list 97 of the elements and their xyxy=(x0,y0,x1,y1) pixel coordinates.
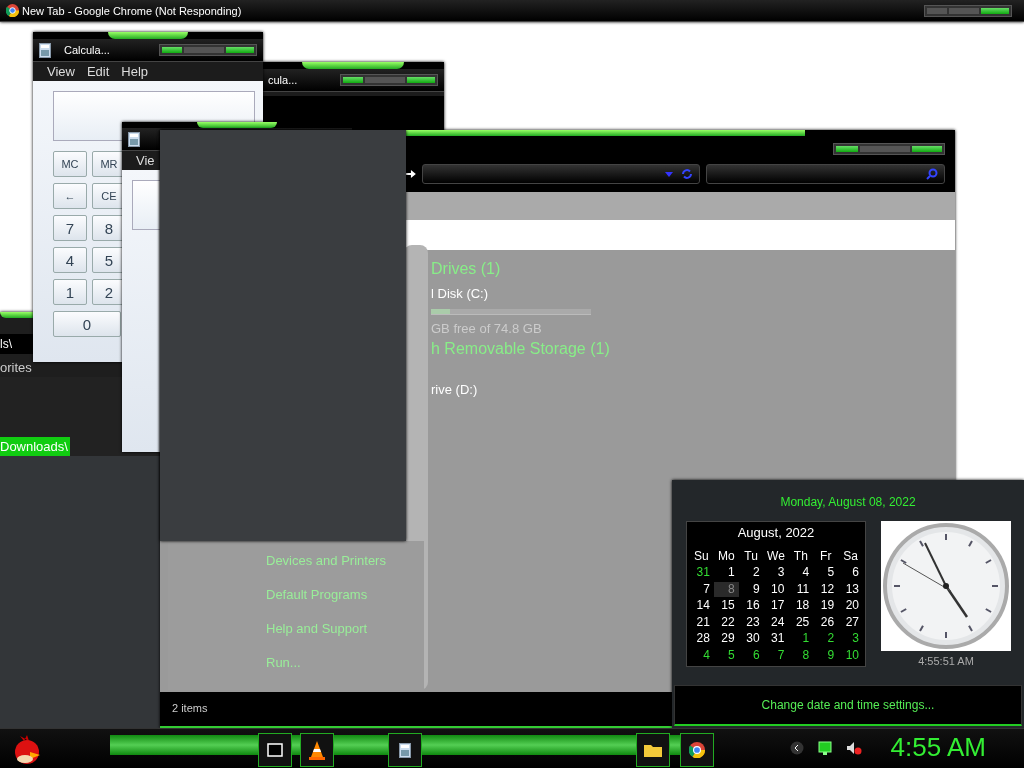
calculator-key[interactable]: ← xyxy=(53,183,87,209)
calendar-day[interactable]: 21 xyxy=(689,614,714,630)
calendar-day[interactable]: 10 xyxy=(838,647,863,663)
taskbar-button[interactable] xyxy=(300,733,334,767)
calendar-day[interactable]: 7 xyxy=(763,647,789,663)
calendar-day[interactable]: 17 xyxy=(763,598,789,614)
calendar-day[interactable]: 27 xyxy=(838,614,863,630)
calendar-day[interactable]: 24 xyxy=(763,614,789,630)
weekday-label: Fr xyxy=(819,548,833,564)
menu-item[interactable]: Vie xyxy=(136,153,155,168)
traffic-cone-icon xyxy=(308,740,326,760)
calendar-day[interactable]: 8 xyxy=(713,581,739,597)
browser-icon xyxy=(6,4,19,17)
taskbar-button[interactable] xyxy=(680,733,714,767)
calendar-day[interactable]: 13 xyxy=(838,581,863,597)
taskbar-button[interactable] xyxy=(388,733,422,767)
calendar-day[interactable]: 6 xyxy=(838,565,863,581)
calculator-icon xyxy=(128,131,140,147)
analog-clock-icon xyxy=(881,521,1011,651)
calendar-day[interactable]: 1 xyxy=(713,565,739,581)
dropdown-caret-icon[interactable] xyxy=(665,171,674,177)
chevron-icon[interactable] xyxy=(790,741,804,755)
window-title: Calcula... xyxy=(64,44,110,56)
weekday-label: We xyxy=(766,548,786,564)
weekday-label: Tu xyxy=(743,548,759,564)
calculator-icon xyxy=(39,42,51,58)
folder-icon xyxy=(644,743,662,757)
calendar-day[interactable]: 4 xyxy=(689,647,714,663)
calendar-day[interactable]: 31 xyxy=(763,631,789,647)
weekday-label: Su xyxy=(693,548,710,564)
weekday-label: Th xyxy=(792,548,809,564)
calendar-day[interactable]: 15 xyxy=(713,598,739,614)
menu-item[interactable]: Help xyxy=(121,64,149,79)
forward-arrow-icon[interactable] xyxy=(406,170,416,178)
address-field[interactable] xyxy=(421,164,701,184)
calendar-day[interactable]: 5 xyxy=(713,647,739,663)
calculator-icon xyxy=(399,742,411,758)
calendar-day[interactable]: 10 xyxy=(763,581,789,597)
date-heading: Monday, August 08, 2022 xyxy=(780,495,916,509)
window-controls[interactable] xyxy=(924,4,1012,17)
calendar-day[interactable]: 9 xyxy=(813,647,839,663)
search-icon xyxy=(926,168,938,180)
calendar-day[interactable]: 29 xyxy=(713,631,739,647)
calendar-day[interactable]: 7 xyxy=(689,581,714,597)
window-controls[interactable] xyxy=(159,44,257,56)
calendar-day[interactable]: 3 xyxy=(838,631,863,647)
calendar-day[interactable]: 20 xyxy=(838,598,863,614)
calendar-day[interactable]: 19 xyxy=(813,598,839,614)
monitor-icon[interactable] xyxy=(818,741,832,755)
calendar-day[interactable]: 2 xyxy=(738,565,764,581)
calendar-day[interactable]: 31 xyxy=(689,565,714,581)
calendar-day[interactable]: 2 xyxy=(813,631,839,647)
calculator-key[interactable]: 1 xyxy=(53,279,87,305)
window-title: New Tab - Google Chrome (Not Responding) xyxy=(22,4,242,17)
calendar-day[interactable]: 28 xyxy=(689,631,714,647)
menu-item[interactable]: View xyxy=(47,64,75,79)
calendar-day[interactable]: 18 xyxy=(788,598,814,614)
calendar-day[interactable]: 25 xyxy=(788,614,814,630)
calculator-key[interactable]: 7 xyxy=(53,215,87,241)
calendar-day[interactable]: 30 xyxy=(738,631,764,647)
calendar-day[interactable]: 6 xyxy=(738,647,764,663)
calendar-day[interactable]: 22 xyxy=(713,614,739,630)
taskbar-button[interactable] xyxy=(258,733,292,767)
browser-icon xyxy=(689,742,705,758)
calendar-day[interactable]: 1 xyxy=(788,631,814,647)
calendar-day[interactable]: 8 xyxy=(788,647,814,663)
weekday-label: Sa xyxy=(842,548,859,564)
menu-item[interactable]: Edit xyxy=(86,64,110,79)
calendar-day[interactable]: 3 xyxy=(763,565,789,581)
status-text: 2 items xyxy=(172,702,208,714)
search-field[interactable] xyxy=(706,164,945,184)
settings-link[interactable]: Change date and time settings... xyxy=(761,698,935,712)
nav-item[interactable]: orites xyxy=(0,358,34,377)
calendar-day[interactable]: 5 xyxy=(813,565,839,581)
window-controls[interactable] xyxy=(833,143,945,155)
refresh-icon[interactable] xyxy=(681,168,694,180)
month-title: August, 2022 xyxy=(736,525,816,542)
calculator-key[interactable]: 4 xyxy=(53,247,87,273)
calendar-day[interactable]: 23 xyxy=(738,614,764,630)
muted-speaker-icon[interactable] xyxy=(846,741,862,755)
window-controls[interactable] xyxy=(340,74,438,86)
calculator-key[interactable]: 0 xyxy=(53,311,121,337)
group-heading: Drives (1) xyxy=(431,260,502,278)
calendar-day[interactable]: 4 xyxy=(788,565,814,581)
weekday-label: Mo xyxy=(716,548,736,564)
group-heading: h Removable Storage (1) xyxy=(431,340,611,358)
calculator-key[interactable]: MC xyxy=(53,151,87,177)
calendar-day[interactable]: 16 xyxy=(738,598,764,614)
taskbar-clock[interactable]: 4:55 AM xyxy=(890,732,986,763)
window-title: cula... xyxy=(268,74,298,86)
calendar-day[interactable]: 26 xyxy=(813,614,839,630)
taskbar-button[interactable] xyxy=(636,733,670,767)
calendar-day[interactable]: 12 xyxy=(813,581,839,597)
clock-time: 4:55:51 AM xyxy=(918,655,974,667)
calendar-day[interactable]: 11 xyxy=(788,581,814,597)
calendar-day[interactable]: 9 xyxy=(738,581,764,597)
calendar-day[interactable]: 14 xyxy=(689,598,714,614)
